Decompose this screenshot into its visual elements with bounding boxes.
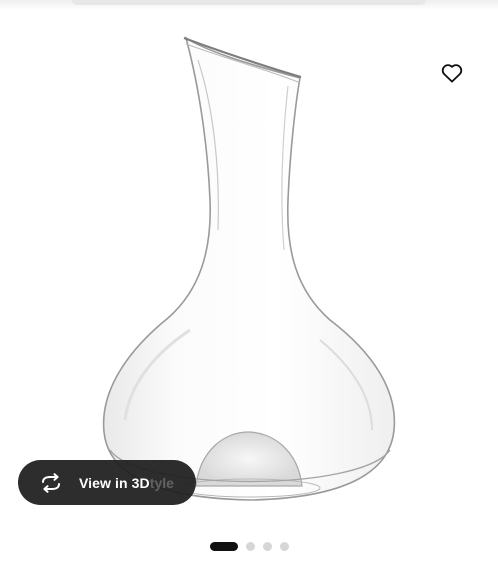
view-in-3d-button[interactable]: View in 3D tyle: [18, 460, 196, 505]
view-in-3d-label: View in 3D: [79, 474, 150, 491]
favorite-button[interactable]: [433, 54, 471, 92]
product-image-carafe[interactable]: [0, 20, 498, 520]
heart-icon: [441, 64, 463, 83]
top-sheet-edge: [0, 0, 498, 10]
view-in-3d-overflow-text: tyle: [149, 474, 174, 491]
carousel-dot-2[interactable]: [245, 541, 255, 551]
rotate-3d-icon: [38, 470, 64, 496]
product-gallery: View in 3D tyle: [0, 0, 498, 573]
carousel-dot-3[interactable]: [262, 541, 272, 551]
carousel-dot-1[interactable]: [209, 541, 238, 551]
carousel-dot-4[interactable]: [279, 541, 289, 551]
carousel-pagination: [0, 541, 498, 551]
top-sheet-pill: [72, 0, 426, 5]
